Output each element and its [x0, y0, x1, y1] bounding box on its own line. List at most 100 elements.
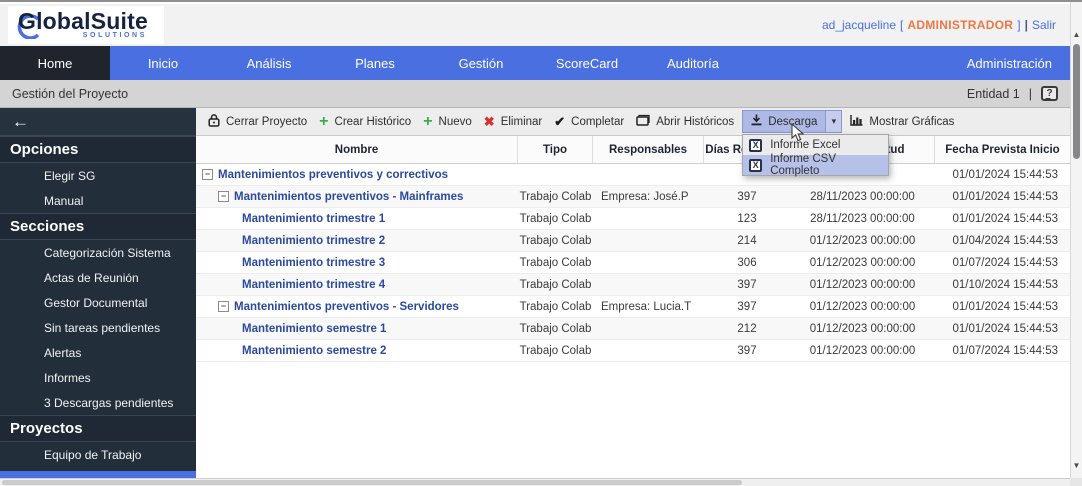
scroll-down-icon[interactable]: ▼ [1071, 461, 1082, 470]
chevron-down-icon: ▾ [832, 116, 837, 127]
cell-fecha-solicitud: 28/11/2023 00:00:00 [790, 186, 935, 207]
descarga-button-group: Descarga ▾ X Informe Excel [742, 110, 842, 133]
user-info: ad_jacqueline [ ADMINISTRADOR ] | Salir [822, 18, 1056, 32]
cell-responsables [593, 340, 704, 361]
descarga-caret-button[interactable]: ▾ [826, 110, 842, 133]
bar-chart-icon [850, 114, 863, 129]
cell-fecha-solicitud: 28/11/2023 00:00:00 [790, 208, 935, 229]
sidebar-item-alertas[interactable]: Alertas [0, 340, 196, 365]
scroll-up-icon[interactable]: ▲ [1071, 30, 1082, 39]
horizontal-scrollbar[interactable] [0, 478, 1070, 486]
cell-fecha-prevista: 01/07/2024 15:44:53 [935, 252, 1070, 273]
mostrar-graficas-button[interactable]: Mostrar Gráficas [844, 111, 960, 132]
cell-responsables [593, 252, 704, 273]
table-row[interactable]: Mantenimiento semestre 1 Trabajo Colab 2… [196, 318, 1070, 340]
sidebar-item-informes[interactable]: Informes [0, 365, 196, 390]
table-row[interactable]: Mantenimiento trimestre 1 Trabajo Colab … [196, 208, 1070, 230]
descarga-label: Descarga [768, 116, 817, 128]
sidebar-item-sin-tareas[interactable]: Sin tareas pendientes [0, 315, 196, 340]
plus-icon: + [319, 116, 328, 128]
sidebar-item-elegir-sg[interactable]: Elegir SG [0, 163, 196, 188]
column-header-fecha-prevista-inicio[interactable]: Fecha Prevista Inicio [935, 136, 1070, 163]
cell-fecha-prevista: 01/01/2024 15:44:53 [935, 164, 1070, 185]
sidebar: ← Opciones Elegir SG Manual Secciones Ca… [0, 108, 196, 480]
table-row[interactable]: −Mantenimientos preventivos - Mainframes… [196, 186, 1070, 208]
project-toolbar: Cerrar Proyecto + Crear Histórico + Nuev… [196, 108, 1070, 136]
cell-dias: 212 [704, 318, 790, 339]
nav-item-auditoria[interactable]: Auditoría [640, 46, 746, 80]
logout-link[interactable]: Salir [1032, 18, 1056, 32]
sidebar-item-descargas-pendientes[interactable]: 3 Descargas pendientes [0, 390, 196, 415]
horizontal-scroll-thumb[interactable] [2, 480, 742, 485]
table-row[interactable]: Mantenimiento semestre 2 Trabajo Colab 3… [196, 340, 1070, 362]
cell-fecha-solicitud: 01/12/2023 00:00:00 [790, 230, 935, 251]
logo-text: GlobalSuite [18, 8, 148, 34]
sidebar-item-manual[interactable]: Manual [0, 188, 196, 213]
sidebar-item-categorizacion[interactable]: Categorización Sistema [0, 240, 196, 265]
menu-item-informe-csv-completo[interactable]: X Informe CSV Completo [743, 155, 888, 175]
abrir-historicos-button[interactable]: Abrir Históricos [630, 111, 740, 132]
cell-nombre[interactable]: −Mantenimientos preventivos y correctivo… [196, 164, 518, 185]
cell-dias: 397 [704, 186, 790, 207]
sidebar-back-button[interactable]: ← [0, 108, 196, 136]
table-row[interactable]: Mantenimiento trimestre 4 Trabajo Colab … [196, 274, 1070, 296]
cell-fecha-prevista: 01/01/2024 15:44:53 [935, 318, 1070, 339]
column-header-tipo[interactable]: Tipo [518, 136, 593, 163]
column-header-responsables[interactable]: Responsables [593, 136, 704, 163]
column-header-nombre[interactable]: Nombre [196, 136, 518, 163]
sidebar-item-gestor-documental[interactable]: Gestor Documental [0, 290, 196, 315]
vertical-scroll-thumb[interactable] [1073, 44, 1080, 159]
menu-item-informe-excel[interactable]: X Informe Excel [743, 135, 888, 155]
nav-item-gestion[interactable]: Gestión [428, 46, 534, 80]
nav-item-planes[interactable]: Planes [322, 46, 428, 80]
cell-tipo [518, 164, 593, 185]
cell-nombre[interactable]: Mantenimiento semestre 2 [196, 340, 518, 361]
top-header: GlobalSuite SOLUTIONS ad_jacqueline [ AD… [0, 4, 1070, 46]
nav-item-home[interactable]: Home [0, 46, 110, 80]
table-row[interactable]: Mantenimiento trimestre 3 Trabajo Colab … [196, 252, 1070, 274]
nav-item-inicio[interactable]: Inicio [110, 46, 216, 80]
cerrar-proyecto-button[interactable]: Cerrar Proyecto [202, 111, 313, 133]
page-title: Gestión del Proyecto [12, 87, 128, 101]
cell-responsables [593, 230, 704, 251]
cell-nombre[interactable]: −Mantenimientos preventivos - Servidores [196, 296, 518, 317]
username-link[interactable]: ad_jacqueline [822, 18, 896, 32]
descarga-button[interactable]: Descarga [742, 110, 826, 133]
help-icon[interactable]: ? [1041, 86, 1058, 101]
cell-tipo: Trabajo Colab [518, 318, 593, 339]
completar-button[interactable]: ✔ Completar [548, 113, 630, 131]
table-row[interactable]: −Mantenimientos preventivos y correctivo… [196, 164, 1070, 186]
vertical-scrollbar[interactable]: ▲ ▼ [1070, 2, 1082, 480]
main-nav: Home Inicio Análisis Planes Gestión Scor… [0, 46, 1070, 80]
cell-fecha-prevista: 01/10/2024 15:44:53 [935, 274, 1070, 295]
table-row[interactable]: Mantenimiento trimestre 2 Trabajo Colab … [196, 230, 1070, 252]
nav-item-administracion[interactable]: Administración [949, 46, 1070, 80]
sidebar-item-actas[interactable]: Actas de Reunión [0, 265, 196, 290]
cell-nombre[interactable]: Mantenimiento semestre 1 [196, 318, 518, 339]
cell-nombre[interactable]: Mantenimiento trimestre 2 [196, 230, 518, 251]
nav-item-scorecard[interactable]: ScoreCard [534, 46, 640, 80]
cell-dias: 123 [704, 208, 790, 229]
cell-fecha-solicitud: 01/12/2023 00:00:00 [790, 274, 935, 295]
breadcrumb-divider: | [1029, 87, 1032, 101]
window-icon [636, 114, 650, 129]
excel-file-icon: X [749, 139, 762, 152]
download-icon [751, 114, 762, 129]
cell-nombre[interactable]: −Mantenimientos preventivos - Mainframes [196, 186, 518, 207]
crear-historico-button[interactable]: + Crear Histórico [313, 113, 417, 131]
cell-nombre[interactable]: Mantenimiento trimestre 3 [196, 252, 518, 273]
cell-nombre[interactable]: Mantenimiento trimestre 1 [196, 208, 518, 229]
breadcrumb-bar: Gestión del Proyecto Entidad 1 | ? [0, 80, 1070, 108]
cell-nombre[interactable]: Mantenimiento trimestre 4 [196, 274, 518, 295]
cell-fecha-prevista: 01/01/2024 15:44:53 [935, 186, 1070, 207]
main-area: ← Opciones Elegir SG Manual Secciones Ca… [0, 108, 1070, 480]
sidebar-item-equipo-trabajo[interactable]: Equipo de Trabajo [0, 442, 196, 467]
collapse-icon[interactable]: − [218, 191, 229, 202]
cell-responsables [593, 318, 704, 339]
table-row[interactable]: −Mantenimientos preventivos - Servidores… [196, 296, 1070, 318]
eliminar-button[interactable]: ✖ Eliminar [478, 113, 548, 131]
nuevo-button[interactable]: + Nuevo [417, 113, 478, 131]
nav-item-analisis[interactable]: Análisis [216, 46, 322, 80]
collapse-icon[interactable]: − [218, 301, 229, 312]
collapse-icon[interactable]: − [202, 169, 213, 180]
